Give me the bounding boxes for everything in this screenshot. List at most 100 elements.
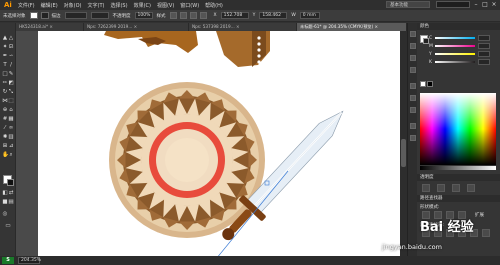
y-field[interactable]: 158.462 [259, 12, 288, 19]
menu-type[interactable]: 文字(T) [88, 2, 105, 9]
align-icon[interactable] [189, 12, 197, 19]
opacity-field[interactable]: 100% [134, 12, 153, 19]
color-panel-header[interactable]: 颜色 [417, 23, 500, 30]
swatches-panel-icon[interactable] [410, 43, 416, 49]
black-value-field[interactable] [478, 59, 490, 65]
yellow-slider[interactable]: Y [429, 51, 497, 57]
transparency-option[interactable] [437, 184, 445, 192]
stroke-panel-icon[interactable] [410, 83, 416, 89]
menu-window[interactable]: 窗口(W) [180, 2, 199, 9]
menu-help[interactable]: 帮助(H) [205, 2, 223, 9]
lasso-icon[interactable]: ᘏ [8, 44, 14, 50]
fill-swatch[interactable] [29, 12, 38, 19]
w-field[interactable]: 0 mm [299, 12, 320, 19]
stroke-color-icon[interactable] [7, 179, 14, 186]
doc-tab-active[interactable]: 未标题-61* @ 204.35% (CMYK/预览) × [297, 23, 407, 31]
direct-selection-tool-icon[interactable]: △ [8, 35, 14, 41]
zoom-tool-icon[interactable]: ⌕ [8, 152, 14, 158]
control-bar: 未选择对象 描边 不透明度 100% 样式 X 152.708 Y 158.46… [0, 10, 500, 22]
scrollbar-thumb[interactable] [401, 139, 406, 167]
scale-tool-icon[interactable]: ⤡ [8, 89, 14, 95]
shape-modes-label: 形状模式: [420, 205, 440, 210]
gradient-panel-icon[interactable] [410, 95, 416, 101]
style-label: 样式 [156, 13, 166, 19]
magenta-ramp[interactable] [435, 45, 475, 47]
gradient-mode-icon[interactable]: ▤ [8, 199, 14, 205]
blend-tool-icon[interactable]: ∞ [8, 125, 14, 131]
transparency-option[interactable] [467, 184, 475, 192]
menu-file[interactable]: 文件(F) [18, 2, 35, 9]
black-ramp[interactable] [435, 61, 475, 63]
magenta-value-field[interactable] [478, 43, 490, 49]
grayscale-ramp[interactable] [420, 166, 496, 170]
transparency-panel-header[interactable]: 透明度 [417, 174, 500, 181]
brushes-panel-icon[interactable] [410, 55, 416, 61]
cyan-ramp[interactable] [435, 37, 475, 39]
watermark: Bai 经验 jingyan.baidu.com [382, 216, 500, 258]
pathfinder-panel-header[interactable]: 路径查找器 [417, 195, 500, 202]
cyan-slider[interactable]: C [429, 35, 497, 41]
cyan-value-field[interactable] [478, 35, 490, 41]
graph-tool-icon[interactable]: ▥ [8, 134, 14, 140]
draw-mode-icon[interactable]: ◎ [2, 211, 8, 217]
canvas-area[interactable] [16, 31, 407, 256]
doc-tab[interactable]: Nps: 7262399 2019... × [84, 23, 189, 31]
stroke-swatch[interactable] [40, 12, 49, 19]
w-label: W [291, 13, 296, 18]
transparency-option[interactable] [452, 184, 460, 192]
transparency-option[interactable] [422, 184, 430, 192]
screen-mode-icon[interactable]: ▭ [5, 223, 11, 229]
document-tabs: HK524318.ai* × Nps: 7262399 2019... × Np… [16, 23, 407, 31]
color-panel-icon[interactable] [410, 31, 416, 37]
black-swatch[interactable] [427, 81, 433, 87]
free-transform-icon[interactable]: ⬚ [8, 98, 14, 104]
magenta-slider[interactable]: M [429, 43, 497, 49]
artboard[interactable] [38, 31, 401, 256]
artwork [104, 31, 344, 256]
appearance-panel-icon[interactable] [410, 123, 416, 129]
paintbrush-icon[interactable]: ✎ [8, 71, 14, 77]
menu-object[interactable]: 对象(O) [64, 2, 82, 9]
perspective-grid-icon[interactable]: ⌂ [8, 107, 14, 113]
transparency-panel-icon[interactable] [410, 107, 416, 113]
selection-status: 未选择对象 [3, 13, 26, 19]
doc-tab[interactable]: HK524318.ai* × [16, 23, 84, 31]
minimize-icon[interactable]: – [472, 1, 480, 8]
opacity-label: 不透明度 [112, 13, 131, 19]
workspace-switcher[interactable]: 基本功能 [386, 1, 430, 8]
eraser-icon[interactable]: ◩ [8, 80, 14, 86]
menu-select[interactable]: 选择(S) [110, 2, 127, 9]
doc-setup-icon[interactable] [179, 12, 187, 19]
black-slider[interactable]: K [429, 59, 497, 65]
sogou-logo: S [2, 257, 14, 264]
none-swatch[interactable] [420, 81, 426, 87]
x-field[interactable]: 152.708 [220, 12, 249, 19]
maximize-icon[interactable]: □ [481, 1, 489, 8]
tools-panel: ▲ △ ✦ ᘏ ✒ ∽ T / □ ✎ ✏ ◩ ↻ ⤡ ⋈ ⬚ ⊕ ⌂ # ▦ … [0, 23, 16, 256]
close-icon[interactable]: × [490, 1, 498, 8]
brush-field[interactable] [90, 12, 109, 19]
symbols-panel-icon[interactable] [410, 67, 416, 73]
doc-tab[interactable]: Nps: 537398 2019... × [189, 23, 297, 31]
search-input[interactable] [436, 1, 470, 8]
curvature-tool-icon[interactable]: ∽ [8, 53, 14, 59]
menu-effect[interactable]: 效果(C) [134, 2, 151, 9]
style-picker-icon[interactable] [169, 12, 177, 19]
menu-view[interactable]: 视图(V) [157, 2, 174, 9]
color-spectrum[interactable] [420, 93, 496, 165]
transform-icon[interactable] [199, 12, 207, 19]
swap-colors-icon[interactable]: ⇄ [8, 190, 14, 196]
stroke-weight-field[interactable] [64, 12, 87, 19]
zoom-field[interactable]: 204.35% [18, 257, 41, 264]
gradient-tool-icon[interactable]: ▦ [8, 116, 14, 122]
app-logo: Ai [4, 1, 12, 9]
stroke-label: 描边 [51, 13, 61, 19]
yellow-value-field[interactable] [478, 51, 490, 57]
slice-tool-icon[interactable]: ⊿ [8, 143, 14, 149]
line-tool-icon[interactable]: / [8, 62, 14, 68]
yellow-ramp[interactable] [435, 53, 475, 55]
watermark-url: jingyan.baidu.com [382, 243, 442, 251]
menu-edit[interactable]: 编辑(E) [41, 2, 58, 9]
helmet-artwork[interactable] [104, 31, 270, 67]
layers-panel-icon[interactable] [410, 135, 416, 141]
